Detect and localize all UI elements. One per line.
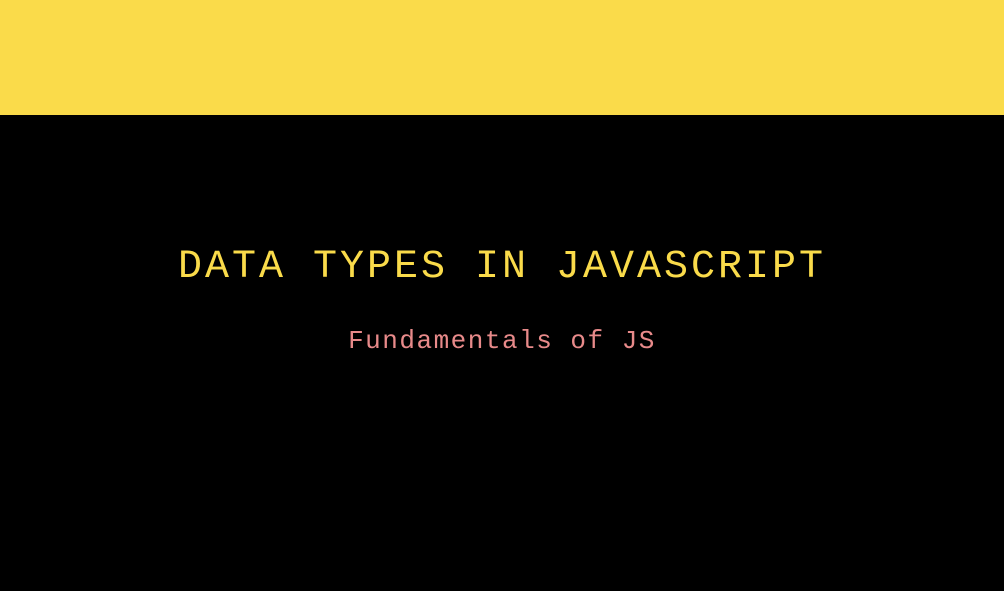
header-bar <box>0 0 1004 115</box>
slide-title: DATA TYPES IN JAVASCRIPT <box>0 245 1004 290</box>
slide-content: DATA TYPES IN JAVASCRIPT Fundamentals of… <box>0 115 1004 356</box>
slide-subtitle: Fundamentals of JS <box>0 326 1004 356</box>
